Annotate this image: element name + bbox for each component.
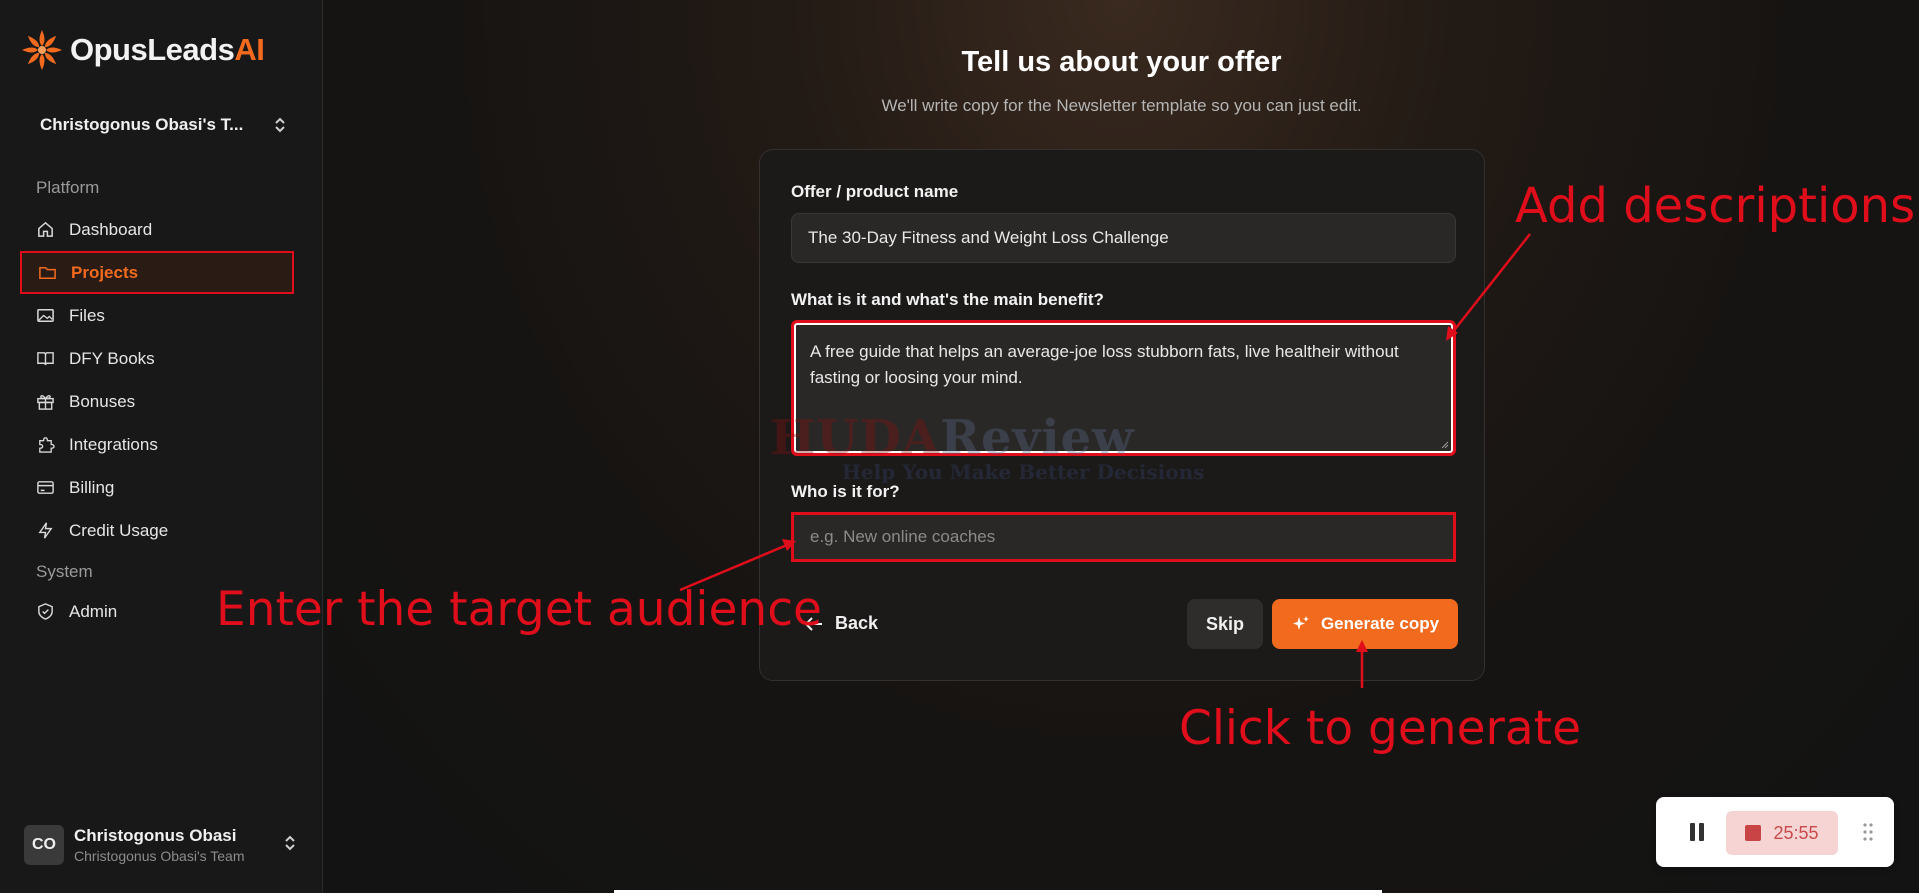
benefit-value: A free guide that helps an average-joe l… bbox=[810, 342, 1399, 387]
recording-time: 25:55 bbox=[1773, 822, 1819, 843]
avatar: CO bbox=[24, 825, 64, 865]
user-name: Christogonus Obasi bbox=[74, 826, 237, 845]
sidebar-item-label: Integrations bbox=[69, 434, 158, 454]
sidebar-item-label: Files bbox=[69, 305, 105, 325]
puzzle-icon bbox=[39, 437, 55, 453]
annotation-add-descriptions: Add descriptions bbox=[1515, 178, 1916, 234]
home-icon bbox=[38, 221, 53, 237]
generate-copy-button[interactable]: Generate copy bbox=[1272, 599, 1458, 649]
benefit-label: What is it and what's the main benefit? bbox=[791, 290, 1104, 309]
sparkles-icon bbox=[1292, 616, 1309, 630]
offer-name-value: The 30-Day Fitness and Weight Loss Chall… bbox=[808, 228, 1169, 247]
folder-icon bbox=[39, 266, 56, 279]
sidebar-item-dashboard[interactable]: Dashboard bbox=[20, 208, 294, 251]
watermark-tagline: Help You Make Better Decisions bbox=[842, 460, 1205, 484]
sidebar-item-projects[interactable]: Projects bbox=[20, 251, 294, 294]
stop-recording-button[interactable]: 25:55 bbox=[1726, 811, 1838, 855]
back-label: Back bbox=[835, 613, 879, 633]
sidebar-item-billing[interactable]: Billing bbox=[20, 466, 294, 509]
sidebar-item-bonuses[interactable]: Bonuses bbox=[20, 380, 294, 423]
drag-handle-icon[interactable] bbox=[1862, 822, 1874, 842]
watermark-logo: HUDAReview Help You Make Better Decision… bbox=[770, 410, 1270, 490]
offer-name-label: Offer / product name bbox=[791, 182, 959, 201]
sidebar-item-integrations[interactable]: Integrations bbox=[20, 423, 294, 466]
lightning-icon bbox=[38, 522, 53, 539]
sidebar-item-label: Projects bbox=[71, 262, 139, 282]
watermark-brand: HUDAReview bbox=[770, 410, 1135, 466]
sidebar-item-label: Billing bbox=[69, 477, 115, 497]
team-name: Christogonus Obasi's T... bbox=[40, 115, 244, 134]
audience-input[interactable]: e.g. New online coaches bbox=[791, 512, 1456, 562]
sidebar-item-label: Dashboard bbox=[69, 219, 153, 239]
user-team: Christogonus Obasi's Team bbox=[74, 848, 245, 864]
chevron-updown-icon bbox=[274, 116, 286, 134]
sidebar-item-label: Admin bbox=[69, 601, 118, 621]
page-title: Tell us about your offer bbox=[961, 46, 1282, 78]
shield-icon bbox=[38, 603, 53, 620]
annotation-enter-audience: Enter the target audience bbox=[216, 582, 822, 637]
pause-icon[interactable] bbox=[1690, 823, 1704, 841]
sidebar-item-credit-usage[interactable]: Credit Usage bbox=[20, 509, 294, 552]
app-window: OpusLeadsAI Christogonus Obasi's T... Pl… bbox=[0, 0, 1919, 893]
offer-name-input[interactable]: The 30-Day Fitness and Weight Loss Chall… bbox=[791, 213, 1456, 263]
sidebar-item-label: Bonuses bbox=[69, 391, 136, 411]
page-subtitle: We'll write copy for the Newsletter temp… bbox=[881, 96, 1362, 115]
section-system: System bbox=[36, 562, 93, 581]
annotation-click-generate: Click to generate bbox=[1179, 701, 1581, 756]
book-icon bbox=[37, 352, 54, 366]
logo-mark-icon bbox=[22, 30, 62, 70]
gift-icon bbox=[37, 395, 54, 410]
resize-handle-icon[interactable] bbox=[1439, 439, 1449, 449]
skip-button[interactable]: Skip bbox=[1187, 599, 1263, 649]
sidebar: OpusLeadsAI Christogonus Obasi's T... Pl… bbox=[0, 0, 323, 893]
sidebar-item-dfy-books[interactable]: DFY Books bbox=[20, 337, 294, 380]
stop-icon bbox=[1745, 825, 1762, 841]
generate-label: Generate copy bbox=[1320, 614, 1440, 633]
audience-placeholder: e.g. New online coaches bbox=[810, 527, 996, 546]
user-menu[interactable]: CO Christogonus Obasi Christogonus Obasi… bbox=[24, 822, 296, 868]
team-switcher[interactable]: Christogonus Obasi's T... bbox=[40, 112, 286, 138]
brand-logo[interactable]: OpusLeadsAI bbox=[18, 26, 265, 74]
chevron-updown-icon bbox=[284, 834, 296, 857]
image-icon bbox=[37, 309, 54, 322]
sidebar-item-label: Credit Usage bbox=[69, 520, 169, 540]
credit-card-icon bbox=[37, 481, 54, 494]
bottom-scrollbar[interactable] bbox=[614, 890, 1382, 896]
skip-label: Skip bbox=[1205, 613, 1244, 634]
user-info: Christogonus Obasi Christogonus Obasi's … bbox=[74, 826, 274, 864]
sidebar-item-label: DFY Books bbox=[69, 348, 155, 368]
sidebar-item-files[interactable]: Files bbox=[20, 294, 294, 337]
screen-recorder-widget: 25:55 bbox=[1656, 797, 1894, 867]
section-platform: Platform bbox=[36, 178, 100, 197]
logo-text: OpusLeadsAI bbox=[70, 32, 265, 67]
